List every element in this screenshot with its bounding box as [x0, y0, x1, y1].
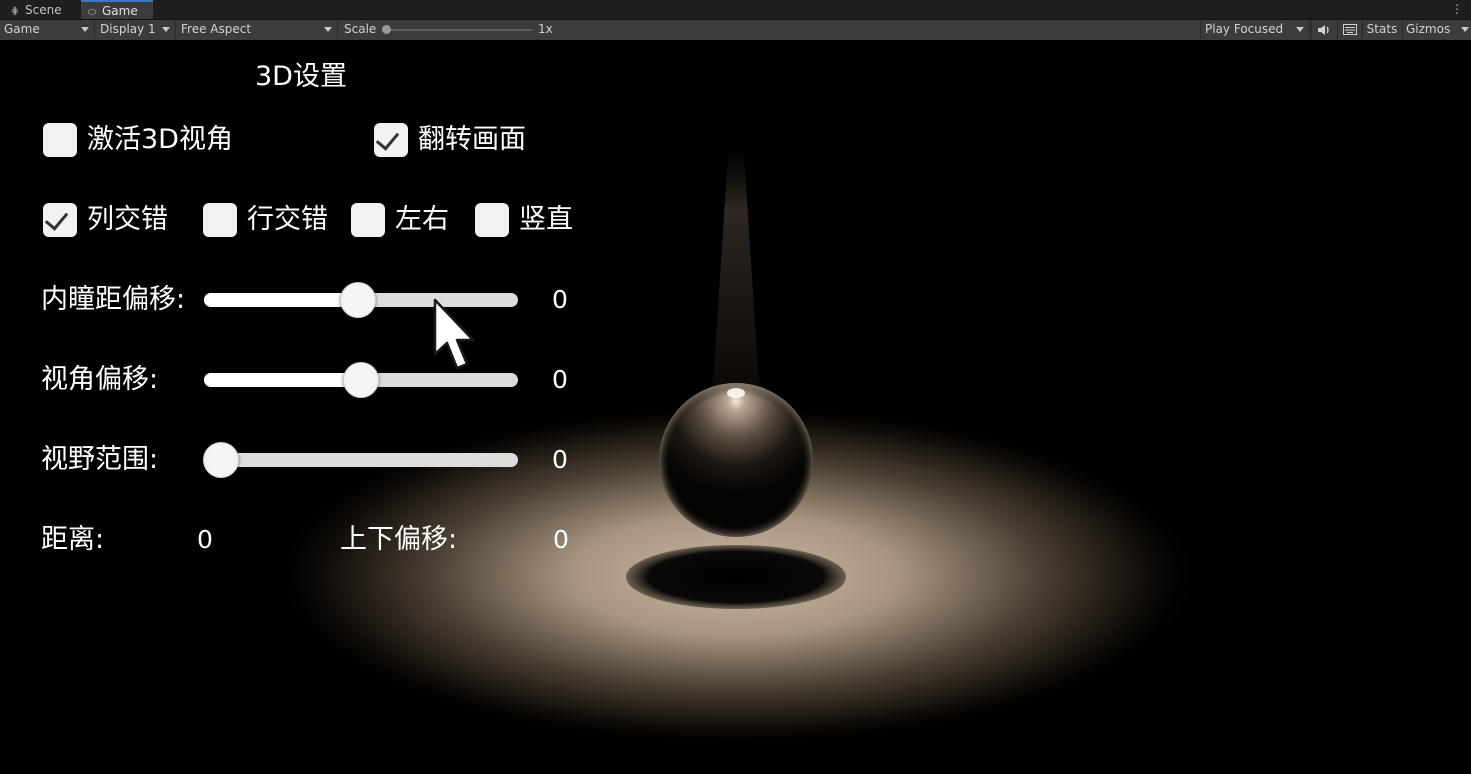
settings-title: 3D设置 [255, 61, 347, 92]
scale-slider-track[interactable] [386, 29, 532, 31]
grid-icon: ⋕ [10, 6, 20, 17]
chevron-down-icon [162, 27, 170, 32]
field-of-view-value: 0 [552, 445, 568, 474]
field-of-view-slider[interactable] [204, 453, 518, 467]
scale-slider-thumb[interactable] [382, 25, 391, 34]
mouse-pointer-icon [433, 298, 475, 370]
view-offset-value: 0 [552, 365, 568, 394]
gizmos-label: Gizmos [1406, 22, 1451, 36]
display-select[interactable]: Display 1 [96, 20, 176, 39]
view-select-value: Game [4, 22, 40, 36]
gizmos-button[interactable]: Gizmos [1402, 20, 1471, 39]
checkmark-icon [375, 126, 400, 151]
column-interleave-label: 列交错 [87, 204, 168, 235]
chevron-down-icon [1296, 27, 1304, 32]
view-offset-slider-fill [204, 373, 361, 387]
tab-scene[interactable]: ⋕ Scene [8, 0, 78, 19]
vertical-offset-label: 上下偏移: [340, 524, 458, 555]
distance-value: 0 [197, 525, 213, 554]
view-offset-slider-thumb[interactable] [343, 362, 379, 398]
chevron-down-icon [81, 27, 89, 32]
stats-button[interactable]: Stats [1362, 20, 1401, 39]
keyboard-icon [1342, 24, 1357, 35]
aspect-select[interactable]: Free Aspect [177, 20, 338, 39]
activate-3d-label: 激活3D视角 [87, 124, 233, 155]
ipd-offset-label: 内瞳距偏移: [41, 284, 186, 315]
chevron-down-icon [1461, 27, 1469, 32]
play-mode-value: Play Focused [1205, 22, 1284, 36]
ipd-offset-slider-fill [204, 293, 361, 307]
chevron-down-icon [324, 27, 332, 32]
row-interleave-label: 行交错 [247, 204, 328, 235]
side-by-side-label: 左右 [395, 204, 449, 235]
play-mode-select[interactable]: Play Focused [1200, 20, 1310, 39]
flip-screen-label: 翻转画面 [418, 124, 526, 155]
more-options-icon[interactable]: ⋮ [1451, 0, 1463, 18]
view-offset-label: 视角偏移: [41, 364, 159, 395]
game-viewport[interactable]: 3D设置 激活3D视角 翻转画面 列交错 行交错 左右 竖直 内瞳距偏移: 0 … [0, 40, 1471, 774]
tab-scene-label: Scene [25, 3, 62, 17]
view-select[interactable]: Game [0, 20, 95, 39]
vertical-label: 竖直 [519, 204, 573, 235]
display-select-value: Display 1 [100, 22, 156, 36]
vertical-checkbox[interactable] [475, 203, 509, 237]
distance-label: 距离: [41, 524, 105, 555]
tab-game-label: Game [102, 4, 138, 18]
field-of-view-label: 视野范围: [41, 444, 159, 475]
ipd-offset-slider-thumb[interactable] [340, 282, 376, 318]
scale-label: Scale [344, 22, 377, 36]
field-of-view-slider-thumb[interactable] [203, 442, 239, 478]
checkmark-icon [44, 206, 69, 231]
column-interleave-checkbox[interactable] [43, 203, 77, 237]
tab-game[interactable]: ⬭ Game [81, 0, 153, 19]
row-interleave-checkbox[interactable] [203, 203, 237, 237]
vertical-offset-value: 0 [553, 525, 569, 554]
mute-audio-button[interactable] [1311, 20, 1336, 39]
tab-bar: ⋕ Scene ⬭ Game ⋮ [0, 0, 1471, 20]
aspect-select-value: Free Aspect [181, 22, 252, 36]
activate-3d-checkbox[interactable] [43, 123, 77, 157]
scale-value: 1x [538, 22, 553, 36]
game-toolbar: Game Display 1 Free Aspect Scale 1x Play… [0, 20, 1471, 41]
speaker-icon [1318, 25, 1329, 35]
side-by-side-checkbox[interactable] [351, 203, 385, 237]
ipd-offset-value: 0 [552, 285, 568, 314]
shortcuts-button[interactable] [1337, 20, 1361, 39]
flip-screen-checkbox[interactable] [374, 123, 408, 157]
